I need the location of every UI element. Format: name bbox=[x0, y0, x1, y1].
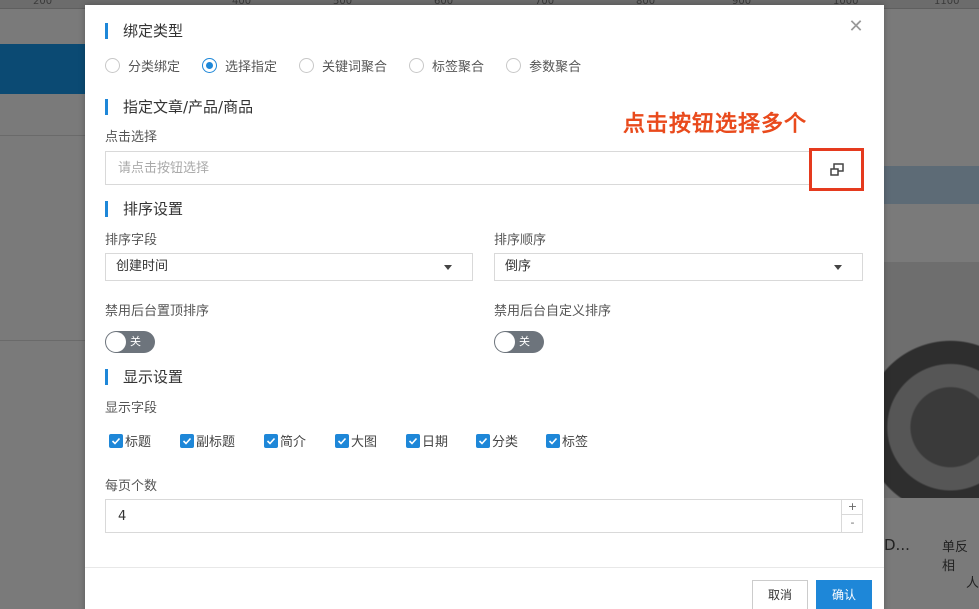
radio-label: 标签聚合 bbox=[432, 60, 485, 75]
radio-select-specific[interactable]: 选择指定 bbox=[202, 56, 277, 75]
radio-icon bbox=[506, 58, 522, 73]
binding-dialog: ✕ 绑定类型 分类绑定 选择指定 关键词聚合 标签聚合 参数聚合 指定文章/产品… bbox=[85, 5, 884, 609]
section-title-binding: 绑定类型 bbox=[105, 22, 183, 40]
checkbox-label: 分类 bbox=[492, 435, 519, 450]
checkbox-checked-icon bbox=[546, 433, 560, 448]
checkbox-checked-icon bbox=[476, 433, 490, 448]
toggle-knob bbox=[495, 332, 515, 352]
confirm-button[interactable]: 确认 bbox=[816, 580, 873, 609]
checkbox-label: 标签 bbox=[562, 435, 589, 450]
checkbox-subtitle[interactable]: 副标题 bbox=[180, 431, 264, 450]
checkbox-checked-icon bbox=[406, 433, 420, 448]
checkbox-title[interactable]: 标题 bbox=[109, 431, 180, 450]
checkbox-summary[interactable]: 简介 bbox=[264, 431, 335, 450]
checkbox-label: 日期 bbox=[422, 435, 449, 450]
camera-image bbox=[884, 262, 979, 498]
toggle-state: 关 bbox=[130, 335, 141, 348]
radio-icon bbox=[105, 58, 120, 73]
sort-field-select[interactable]: 创建时间 bbox=[105, 253, 473, 281]
checkbox-label: 大图 bbox=[351, 435, 378, 450]
checkbox-label: 副标题 bbox=[196, 435, 236, 450]
product-sub: 人 bbox=[966, 576, 979, 591]
checkbox-label: 简介 bbox=[280, 435, 307, 450]
radio-checked-icon bbox=[202, 58, 218, 73]
disable-top-toggle[interactable]: 关 bbox=[105, 331, 155, 353]
checkbox-checked-icon bbox=[264, 433, 278, 448]
ruler-tick: 200 bbox=[33, 0, 53, 7]
per-page-stepper: + - bbox=[841, 499, 863, 533]
close-icon[interactable]: ✕ bbox=[848, 18, 864, 36]
divider bbox=[0, 135, 85, 136]
divider bbox=[0, 340, 85, 341]
sort-field-value: 创建时间 bbox=[116, 259, 169, 274]
increment-button[interactable]: + bbox=[842, 499, 863, 515]
display-fields-label: 显示字段 bbox=[105, 401, 158, 416]
radio-icon bbox=[299, 58, 315, 73]
product-label: 单反相 bbox=[942, 540, 969, 574]
disable-custom-toggle[interactable]: 关 bbox=[494, 331, 544, 353]
checkbox-category[interactable]: 分类 bbox=[476, 431, 546, 450]
radio-label: 关键词聚合 bbox=[322, 60, 388, 75]
radio-category-bind[interactable]: 分类绑定 bbox=[105, 56, 180, 75]
pick-input[interactable] bbox=[105, 151, 863, 185]
sort-field-label: 排序字段 bbox=[105, 233, 158, 248]
decrement-button[interactable]: - bbox=[842, 515, 863, 531]
checkbox-checked-icon bbox=[335, 433, 349, 448]
caret-down-icon bbox=[834, 265, 842, 270]
binding-type-radio-group: 分类绑定 选择指定 关键词聚合 标签聚合 参数聚合 bbox=[105, 56, 581, 75]
checkbox-checked-icon bbox=[180, 433, 194, 448]
per-page-input[interactable] bbox=[105, 499, 863, 533]
checkbox-tag[interactable]: 标签 bbox=[546, 431, 616, 450]
background-panel bbox=[884, 166, 979, 204]
radio-keyword-aggregate[interactable]: 关键词聚合 bbox=[299, 56, 387, 75]
sort-order-label: 排序顺序 bbox=[494, 233, 547, 248]
checkbox-checked-icon bbox=[109, 433, 123, 448]
display-fields-checkboxes: 标题 副标题 简介 大图 日期 分类 标签 bbox=[109, 431, 616, 450]
radio-label: 参数聚合 bbox=[529, 60, 582, 75]
caret-down-icon bbox=[444, 265, 452, 270]
toggle-state: 关 bbox=[519, 335, 530, 348]
disable-custom-label: 禁用后台自定义排序 bbox=[494, 304, 612, 319]
toggle-knob bbox=[106, 332, 126, 352]
section-title-sort: 排序设置 bbox=[105, 200, 183, 218]
pick-label: 点击选择 bbox=[105, 130, 158, 145]
radio-label: 分类绑定 bbox=[128, 60, 181, 75]
radio-icon bbox=[409, 58, 425, 73]
radio-tag-aggregate[interactable]: 标签聚合 bbox=[409, 56, 484, 75]
sort-order-value: 倒序 bbox=[505, 259, 532, 274]
radio-param-aggregate[interactable]: 参数聚合 bbox=[506, 56, 581, 75]
window-restore-icon bbox=[829, 162, 844, 176]
sort-order-select[interactable]: 倒序 bbox=[494, 253, 863, 281]
disable-top-label: 禁用后台置顶排序 bbox=[105, 304, 210, 319]
cancel-button[interactable]: 取消 bbox=[752, 580, 809, 609]
product-title: D... bbox=[884, 536, 910, 554]
callout-annotation: 点击按钮选择多个 bbox=[623, 112, 808, 137]
checkbox-label: 标题 bbox=[125, 435, 152, 450]
checkbox-image[interactable]: 大图 bbox=[335, 431, 406, 450]
dialog-footer: 取消 确认 bbox=[85, 567, 884, 609]
checkbox-date[interactable]: 日期 bbox=[406, 431, 476, 450]
background-nav-bar bbox=[0, 44, 85, 94]
radio-label: 选择指定 bbox=[225, 60, 278, 75]
per-page-label: 每页个数 bbox=[105, 479, 158, 494]
section-title-display: 显示设置 bbox=[105, 368, 183, 386]
multi-select-button[interactable] bbox=[809, 148, 864, 191]
section-title-target: 指定文章/产品/商品 bbox=[105, 98, 253, 116]
ruler-tick: 1100 bbox=[934, 0, 960, 7]
